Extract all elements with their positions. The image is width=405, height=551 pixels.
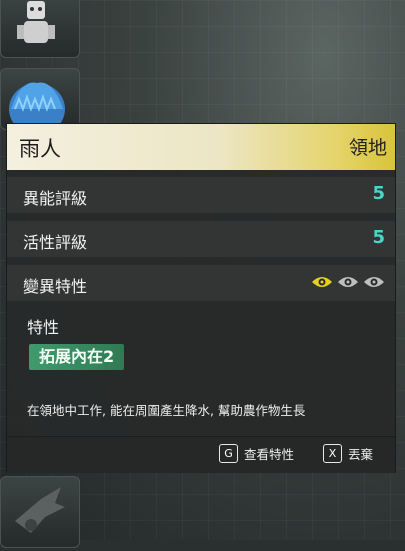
mutation-label: 變異特性 <box>23 277 88 296</box>
traits-title: 特性 <box>27 318 60 337</box>
stat-row-ability: 異能評級 5 <box>7 177 395 213</box>
eye-icon <box>311 275 333 289</box>
panel-footer: G 查看特性 X 丟棄 <box>7 436 395 473</box>
creature-blue-icon <box>9 82 65 135</box>
trait-chip[interactable]: 拓展內在2 <box>29 344 125 370</box>
stat-label: 活性評級 <box>23 233 88 252</box>
view-traits-label: 查看特性 <box>244 447 295 462</box>
creature-dark-icon <box>15 487 65 533</box>
creature-slot-3[interactable] <box>0 476 80 548</box>
creature-detail-panel: 雨人 領地 異能評級 5 活性評級 5 變異特性 特性 拓展內在2 在領地中工作… <box>6 123 396 473</box>
panel-header: 雨人 領地 <box>7 124 395 170</box>
mutation-indicators <box>311 275 385 289</box>
view-traits-button[interactable]: G 查看特性 <box>219 444 294 463</box>
key-g-icon: G <box>219 444 238 463</box>
stat-value: 5 <box>372 183 385 204</box>
discard-label: 丟棄 <box>348 447 374 462</box>
eye-icon <box>337 275 359 289</box>
location-tag: 領地 <box>348 137 387 159</box>
stat-row-activity: 活性評級 5 <box>7 221 395 257</box>
creature-slot-1[interactable] <box>0 0 80 58</box>
key-x-icon: X <box>323 444 342 463</box>
mutation-row[interactable]: 變異特性 <box>7 265 395 301</box>
trait-description: 在領地中工作, 能在周圍產生降水, 幫助農作物生長 <box>27 403 306 418</box>
creature-name: 雨人 <box>19 137 61 161</box>
creature-slot-2[interactable] <box>0 68 80 135</box>
discard-button[interactable]: X 丟棄 <box>323 444 373 463</box>
stat-value: 5 <box>372 227 385 248</box>
stat-label: 異能評級 <box>23 189 88 208</box>
creature-figure-icon <box>17 1 55 43</box>
eye-icon <box>363 275 385 289</box>
